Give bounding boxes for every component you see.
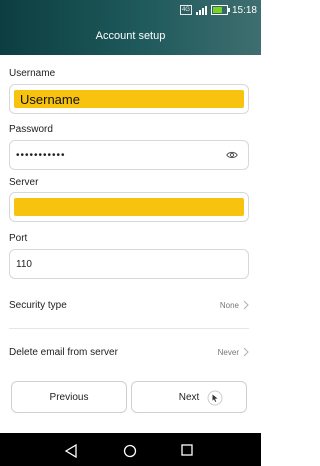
eye-icon[interactable] <box>226 150 238 160</box>
delete-email-value: Never <box>217 348 239 357</box>
port-field[interactable]: 110 <box>9 249 249 279</box>
next-button[interactable]: Next <box>131 381 247 413</box>
security-type-label: Security type <box>9 300 67 311</box>
username-value: Username <box>20 92 80 107</box>
chevron-right-icon <box>243 347 249 357</box>
home-circle-icon[interactable] <box>123 444 137 458</box>
server-label: Server <box>9 177 39 188</box>
username-highlight: Username <box>14 90 244 108</box>
recent-apps-square-icon[interactable] <box>181 444 193 456</box>
system-navigation-bar <box>0 433 261 466</box>
port-value: 110 <box>16 259 32 270</box>
battery-icon <box>210 5 230 15</box>
network-badge: 4G <box>179 5 192 15</box>
delete-email-label: Delete email from server <box>9 347 118 358</box>
previous-button[interactable]: Previous <box>11 381 127 413</box>
app-header: 4G 15:18 Account setup <box>0 0 261 55</box>
status-bar: 4G 15:18 <box>179 3 257 17</box>
security-type-value: None <box>219 301 239 310</box>
server-field[interactable] <box>9 192 249 222</box>
password-field[interactable]: ••••••••••• <box>9 140 249 170</box>
pointer-cursor-icon <box>207 390 223 406</box>
password-value: ••••••••••• <box>16 150 66 161</box>
password-label: Password <box>9 124 53 135</box>
status-time: 15:18 <box>231 4 257 16</box>
account-setup-screen: 4G 15:18 Account setup Username Username… <box>0 0 261 466</box>
port-label: Port <box>9 233 28 244</box>
username-field[interactable]: Username <box>9 84 249 114</box>
server-highlight <box>14 198 244 216</box>
back-triangle-icon[interactable] <box>64 444 78 458</box>
signal-icon <box>195 5 207 15</box>
username-label: Username <box>9 68 56 79</box>
delete-email-row[interactable]: Delete email from server Never <box>9 342 249 364</box>
divider <box>9 328 249 329</box>
security-type-row[interactable]: Security type None <box>9 295 249 317</box>
page-title: Account setup <box>95 30 166 42</box>
chevron-right-icon <box>243 300 249 310</box>
